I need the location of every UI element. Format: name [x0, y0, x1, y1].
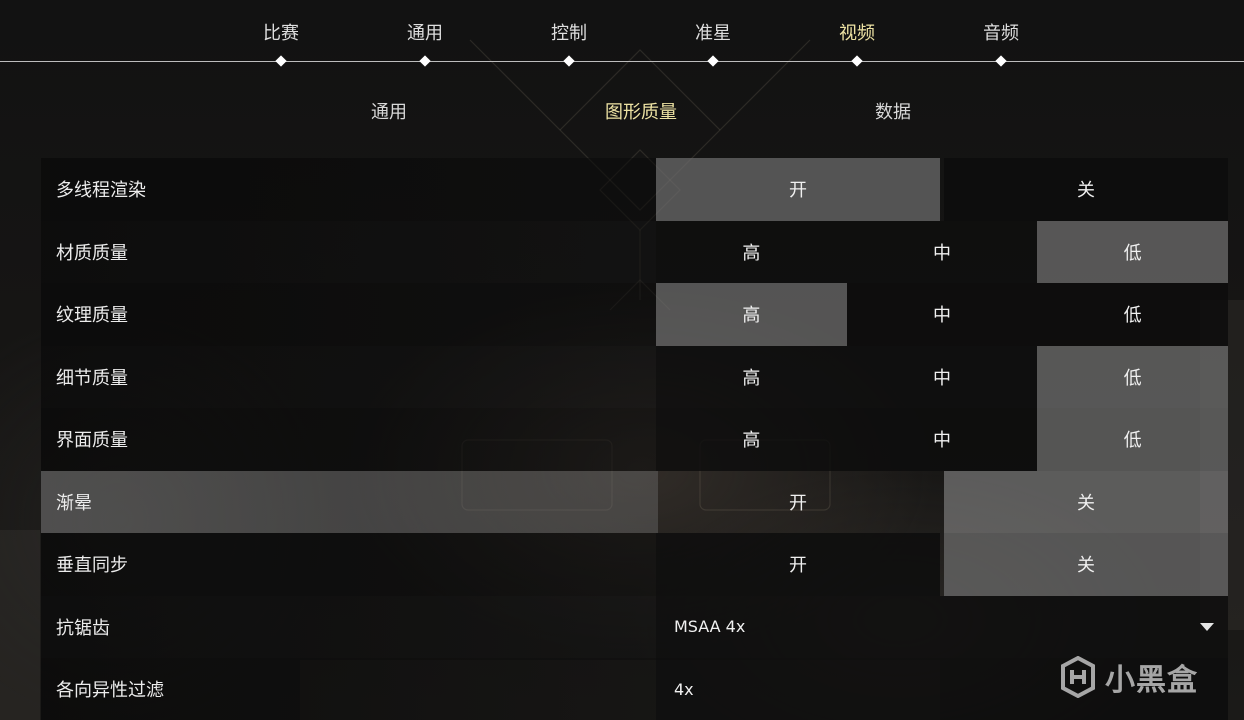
quality-group: 高 中 低: [656, 283, 1229, 346]
setting-row-ui-quality: 界面质量 高 中 低: [41, 408, 1229, 471]
setting-label: 渐晕: [56, 492, 92, 514]
option-on[interactable]: 开: [656, 533, 940, 596]
option-off[interactable]: 关: [944, 158, 1228, 221]
setting-label: 各向异性过滤: [41, 658, 656, 720]
setting-row-detail-quality: 细节质量 高 中 低: [41, 345, 1229, 408]
tab-match[interactable]: 比赛: [221, 19, 341, 45]
dropdown-value: MSAA 4x: [674, 617, 746, 637]
subtab-stats[interactable]: 数据: [823, 98, 963, 124]
setting-label: 垂直同步: [41, 533, 656, 596]
setting-row-vsync: 垂直同步 开 关: [41, 533, 1228, 596]
tab-marker-icon: [275, 55, 287, 67]
quality-group: 高 中 低: [656, 220, 1229, 283]
option-medium[interactable]: 中: [846, 408, 1038, 471]
toggle-group: 开 关: [656, 533, 1228, 596]
setting-row-texture-quality: 纹理质量 高 中 低: [41, 283, 1229, 346]
setting-label: 多线程渲染: [41, 158, 656, 221]
heybox-logo-icon: [1061, 656, 1095, 698]
option-medium[interactable]: 中: [846, 283, 1038, 346]
tab-crosshair[interactable]: 准星: [653, 19, 773, 45]
subtab-graphics-quality[interactable]: 图形质量: [571, 98, 711, 124]
tab-marker-icon: [707, 55, 719, 67]
subtab-general[interactable]: 通用: [319, 98, 459, 124]
setting-label: 纹理质量: [41, 283, 656, 346]
option-on[interactable]: 开: [656, 158, 940, 221]
option-medium[interactable]: 中: [846, 345, 1038, 408]
setting-label: 界面质量: [41, 408, 656, 471]
setting-label: 抗锯齿: [41, 595, 656, 658]
watermark: 小黑盒: [1057, 654, 1217, 700]
quality-group: 高 中 低: [656, 345, 1229, 408]
setting-row-material-quality: 材质质量 高 中 低: [41, 220, 1229, 283]
option-low[interactable]: 低: [1037, 283, 1229, 346]
option-low[interactable]: 低: [1037, 345, 1229, 408]
setting-label: 细节质量: [41, 345, 656, 408]
option-high[interactable]: 高: [656, 408, 847, 471]
tab-video[interactable]: 视频: [797, 19, 917, 45]
setting-row-anti-aliasing: 抗锯齿 MSAA 4x: [41, 595, 1228, 658]
tab-general[interactable]: 通用: [365, 19, 485, 45]
setting-row-vignette: 渐晕 开 关: [41, 470, 1228, 534]
chevron-down-icon[interactable]: [1200, 622, 1214, 631]
toggle-group: 开 关: [656, 158, 1228, 221]
option-high[interactable]: 高: [656, 220, 847, 283]
tab-marker-icon: [563, 55, 575, 67]
setting-label: 材质质量: [41, 220, 656, 283]
tab-marker-icon: [851, 55, 863, 67]
tab-audio[interactable]: 音频: [941, 19, 1061, 45]
tab-controls[interactable]: 控制: [509, 19, 629, 45]
watermark-text: 小黑盒: [1105, 663, 1198, 698]
option-off[interactable]: 关: [944, 533, 1228, 596]
option-low[interactable]: 低: [1037, 220, 1229, 283]
anti-aliasing-dropdown[interactable]: MSAA 4x: [656, 595, 1228, 658]
setting-row-multithread-rendering: 多线程渲染 开 关: [41, 158, 1228, 221]
option-medium[interactable]: 中: [846, 220, 1038, 283]
tab-marker-icon: [419, 55, 431, 67]
tab-marker-icon: [995, 55, 1007, 67]
dropdown-value: 4x: [674, 679, 694, 699]
setting-row-anisotropic-filtering: 各向异性过滤 4x: [41, 658, 1228, 720]
toggle-group: 开 关: [656, 470, 1228, 534]
top-nav-divider: [0, 61, 1244, 62]
option-low[interactable]: 低: [1037, 408, 1229, 471]
option-off[interactable]: 关: [944, 470, 1228, 533]
option-on[interactable]: 开: [656, 471, 940, 534]
top-nav: 比赛 通用 控制 准星 视频 音频: [0, 0, 1244, 80]
option-high[interactable]: 高: [656, 345, 847, 408]
quality-group: 高 中 低: [656, 408, 1229, 471]
settings-list: 多线程渲染 开 关 材质质量 高 中 低 纹理质量 高 中 低 细节质量 高 中…: [41, 158, 1229, 720]
option-high[interactable]: 高: [656, 283, 847, 346]
